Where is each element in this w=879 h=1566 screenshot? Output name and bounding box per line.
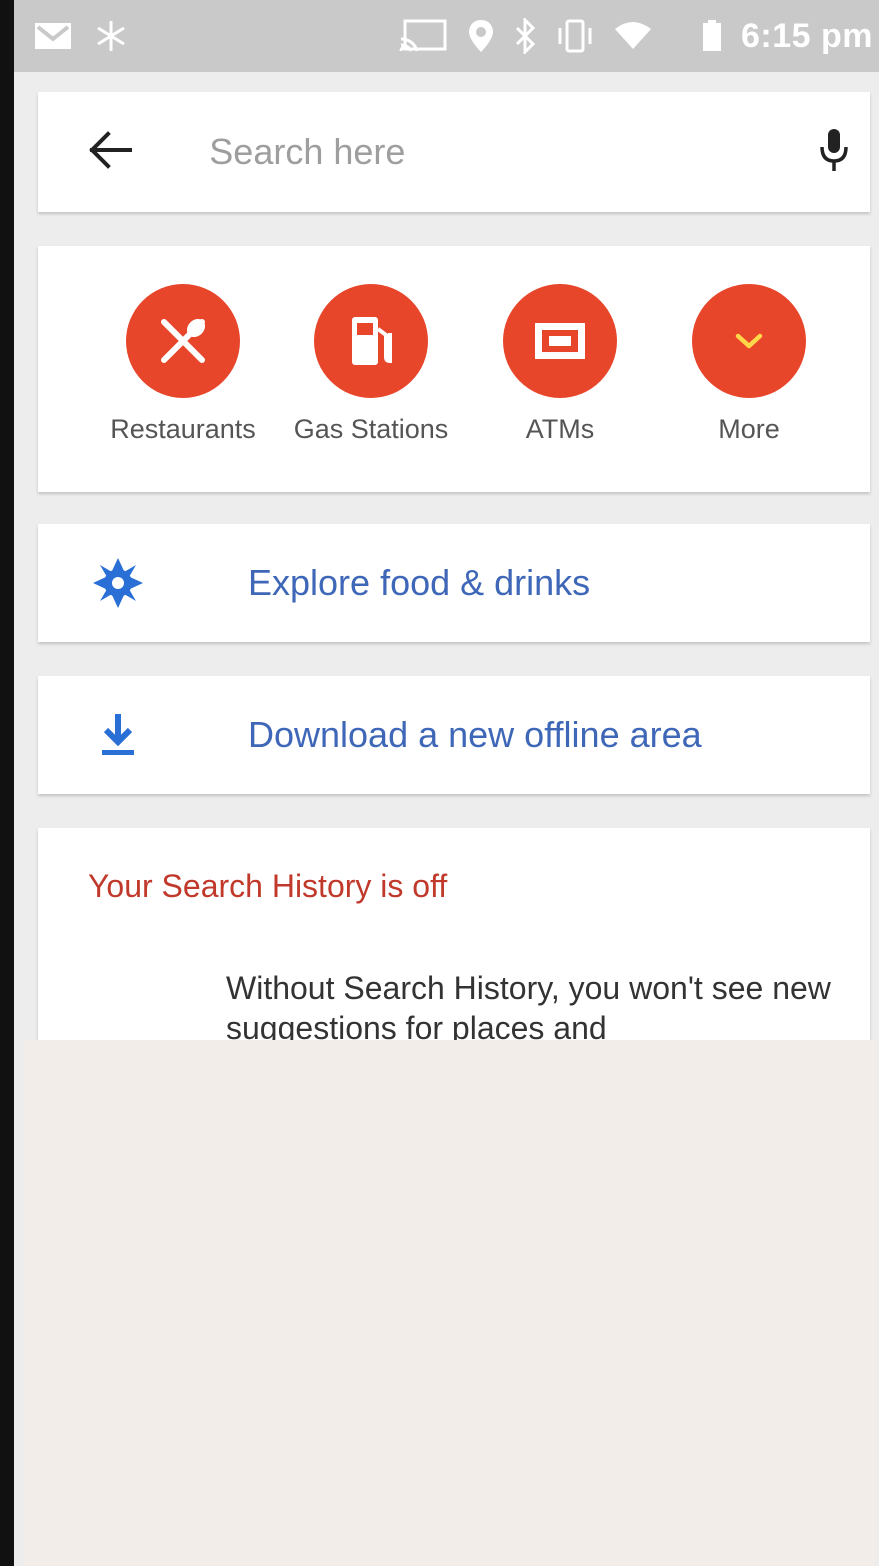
status-right: 6:15 pm bbox=[399, 17, 873, 56]
search-history-card: Your Search History is off Without Searc… bbox=[38, 828, 870, 1042]
status-left bbox=[34, 19, 128, 53]
location-pin-icon bbox=[467, 18, 495, 54]
search-input[interactable] bbox=[209, 122, 745, 182]
wifi-icon bbox=[613, 21, 653, 51]
history-description: Without Search History, you won't see ne… bbox=[226, 970, 831, 1042]
chevron-down-icon bbox=[692, 284, 806, 398]
bluetooth-icon bbox=[513, 18, 537, 54]
microphone-icon bbox=[818, 127, 850, 178]
gmail-icon bbox=[34, 21, 72, 51]
category-gas-stations[interactable]: Gas Stations bbox=[276, 284, 466, 454]
search-bar bbox=[38, 92, 870, 212]
atm-icon bbox=[503, 284, 617, 398]
explore-label: Explore food & drinks bbox=[248, 562, 591, 603]
explore-food-drinks-row[interactable]: Explore food & drinks bbox=[38, 524, 870, 642]
category-atms[interactable]: ATMs bbox=[465, 284, 655, 454]
map-placeholder-area bbox=[24, 1040, 876, 1566]
download-label: Download a new offline area bbox=[248, 714, 702, 755]
category-label: More bbox=[718, 414, 780, 444]
download-icon bbox=[76, 693, 160, 777]
screen: 6:15 pm Restaurants Gas Stations bbox=[14, 0, 879, 1566]
gas-pump-icon bbox=[314, 284, 428, 398]
battery-icon bbox=[701, 19, 723, 53]
back-button[interactable] bbox=[68, 110, 151, 194]
history-title: Your Search History is off bbox=[88, 868, 448, 904]
fork-spoon-icon bbox=[126, 284, 240, 398]
category-shortcuts: Restaurants Gas Stations ATMs More bbox=[38, 246, 870, 492]
vibrate-icon bbox=[555, 19, 595, 53]
arrow-left-icon bbox=[88, 130, 132, 175]
voice-search-button[interactable] bbox=[799, 110, 870, 194]
snowflake-icon bbox=[94, 19, 128, 53]
status-bar: 6:15 pm bbox=[14, 0, 879, 72]
status-time: 6:15 pm bbox=[741, 16, 873, 55]
explore-compass-icon bbox=[76, 541, 160, 625]
download-offline-area-row[interactable]: Download a new offline area bbox=[38, 676, 870, 794]
category-more[interactable]: More bbox=[654, 284, 844, 454]
category-restaurants[interactable]: Restaurants bbox=[88, 284, 278, 454]
cast-icon bbox=[399, 19, 449, 53]
